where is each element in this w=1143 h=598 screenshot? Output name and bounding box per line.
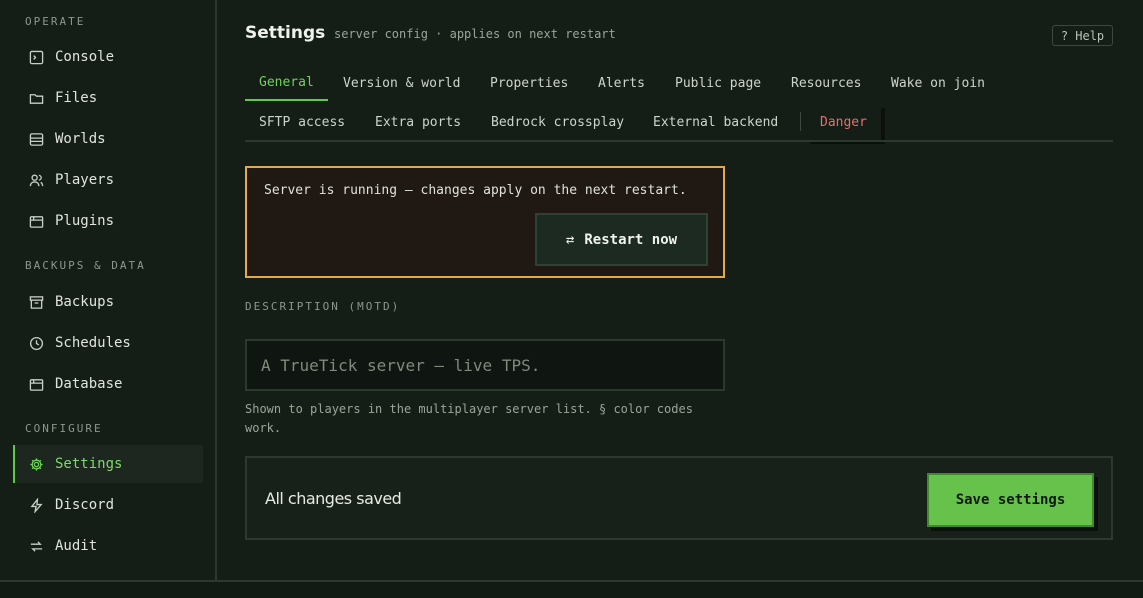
tab-general[interactable]: General: [245, 65, 328, 101]
sidebar-item-label: Console: [55, 49, 115, 65]
tab-bedrock-crossplay[interactable]: Bedrock crossplay: [477, 104, 638, 140]
sidebar-item-settings[interactable]: Settings: [13, 445, 203, 483]
sidebar-item-label: Backups: [55, 294, 115, 310]
tab-alerts[interactable]: Alerts: [584, 65, 659, 101]
restart-notice: Server is running — changes apply on the…: [245, 166, 725, 278]
restart-notice-text: Server is running — changes apply on the…: [264, 183, 687, 198]
sidebar-item-discord[interactable]: Discord: [13, 486, 203, 524]
restart-now-button[interactable]: ⇄ Restart now: [535, 213, 708, 266]
save-bar: All changes saved Save settings: [245, 456, 1113, 540]
sidebar-item-label: Schedules: [55, 335, 131, 351]
tabs-divider: [245, 140, 1113, 142]
app-window: OPERATE Console Files Worlds Players Plu…: [0, 0, 1143, 582]
page-title: Settings: [245, 23, 326, 43]
sidebar-item-label: Plugins: [55, 213, 115, 229]
sidebar-item-files[interactable]: Files: [13, 79, 203, 117]
sidebar-item-label: Discord: [55, 497, 115, 513]
motd-label: DESCRIPTION (MOTD): [245, 300, 401, 313]
lightning-icon: [29, 497, 44, 513]
table-icon: [29, 377, 44, 392]
tab-properties[interactable]: Properties: [476, 65, 582, 101]
tab-public-page[interactable]: Public page: [661, 65, 775, 101]
sidebar-item-audit[interactable]: Audit: [13, 527, 203, 565]
archive-icon: [29, 295, 44, 310]
motd-help-text: Shown to players in the multiplayer serv…: [245, 402, 693, 435]
clock-icon: [29, 336, 44, 351]
nav-group-operate: OPERATE: [25, 15, 86, 28]
sidebar-item-label: Files: [55, 90, 98, 106]
tab-divider: [800, 112, 801, 131]
help-button[interactable]: ? Help: [1052, 25, 1113, 46]
tab-sftp-access[interactable]: SFTP access: [245, 104, 359, 140]
restart-icon: ⇄: [565, 231, 575, 248]
tab-wake-on-join[interactable]: Wake on join: [877, 65, 999, 101]
sidebar-item-label: Worlds: [55, 131, 106, 147]
sidebar-item-label: Settings: [55, 456, 123, 472]
nav-group-configure: CONFIGURE: [25, 422, 103, 435]
sidebar-item-label: Database: [55, 376, 123, 392]
nav-group-backups: BACKUPS & DATA: [25, 259, 146, 272]
sidebar-item-schedules[interactable]: Schedules: [13, 324, 203, 362]
sidebar-item-console[interactable]: Console: [13, 38, 203, 76]
sidebar-item-label: Audit: [55, 538, 98, 554]
gear-icon: [29, 457, 44, 472]
tab-danger[interactable]: Danger: [806, 104, 881, 140]
sidebar-item-backups[interactable]: Backups: [13, 283, 203, 321]
database-icon: [29, 132, 44, 147]
tab-version-world[interactable]: Version & world: [329, 65, 474, 101]
sidebar-item-database[interactable]: Database: [13, 365, 203, 403]
tab-resources[interactable]: Resources: [777, 65, 875, 101]
tab-external-backend[interactable]: External backend: [639, 104, 792, 140]
folder-icon: [29, 91, 44, 106]
sidebar: OPERATE Console Files Worlds Players Plu…: [0, 0, 217, 582]
sidebar-item-players[interactable]: Players: [13, 161, 203, 199]
sidebar-item-label: Players: [55, 172, 115, 188]
restart-button-label: Restart now: [584, 231, 678, 248]
console-icon: [29, 50, 44, 65]
motd-input[interactable]: [245, 339, 725, 391]
page-subtitle: server config · applies on next restart: [334, 27, 616, 41]
tab-extra-ports[interactable]: Extra ports: [361, 104, 475, 140]
plugin-icon: [29, 214, 44, 229]
save-settings-button[interactable]: Save settings: [927, 473, 1094, 527]
users-icon: [29, 173, 44, 188]
history-icon: [29, 539, 44, 554]
sidebar-item-worlds[interactable]: Worlds: [13, 120, 203, 158]
sidebar-item-plugins[interactable]: Plugins: [13, 202, 203, 240]
save-status: All changes saved: [265, 489, 402, 508]
